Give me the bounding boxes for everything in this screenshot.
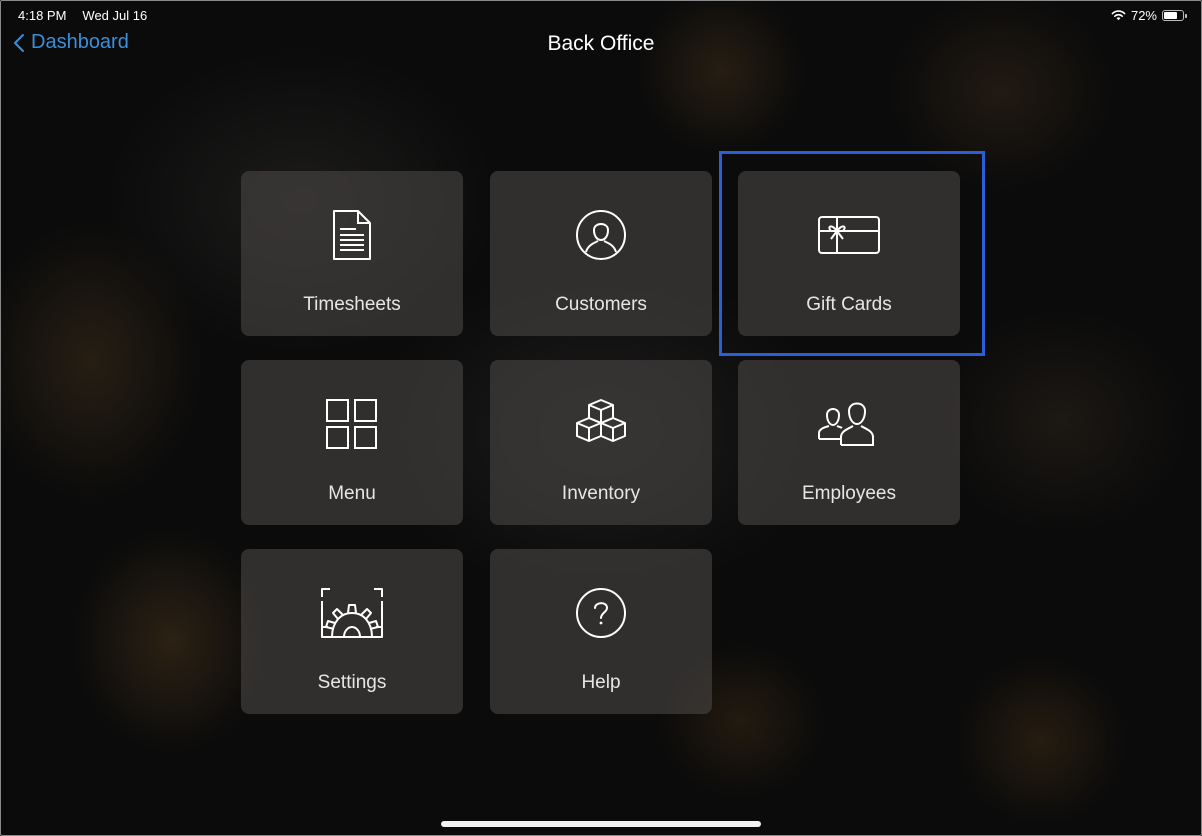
tile-label: Customers xyxy=(555,294,647,315)
ipad-screen: 4:18 PM Wed Jul 16 72% Dashboard Back Of… xyxy=(0,0,1202,836)
tile-label: Timesheets xyxy=(303,294,401,315)
battery-fill xyxy=(1164,11,1177,19)
tile-help[interactable]: Help xyxy=(490,549,712,714)
tile-timesheets[interactable]: Timesheets xyxy=(241,171,463,336)
tile-label: Employees xyxy=(802,483,896,504)
tile-gift-cards[interactable]: Gift Cards xyxy=(738,171,960,336)
status-bar: 4:18 PM Wed Jul 16 72% xyxy=(18,6,1187,24)
users-icon xyxy=(818,402,874,446)
status-time: 4:18 PM xyxy=(18,7,67,23)
tile-label: Help xyxy=(581,672,621,693)
tile-inventory[interactable]: Inventory xyxy=(490,360,712,525)
battery-percent: 72% xyxy=(1130,7,1157,23)
tile-settings[interactable]: Settings xyxy=(241,549,463,714)
tile-label: Settings xyxy=(317,672,387,693)
boxes-icon xyxy=(576,399,626,442)
wifi-icon xyxy=(1111,10,1126,21)
home-indicator[interactable] xyxy=(441,821,761,827)
document-icon xyxy=(333,210,371,260)
battery-icon xyxy=(1162,9,1187,21)
tile-employees[interactable]: Employees xyxy=(738,360,960,525)
page-title: Back Office xyxy=(547,32,655,55)
help-icon xyxy=(576,588,626,638)
tile-customers[interactable]: Customers xyxy=(490,171,712,336)
tile-label: Menu xyxy=(328,483,376,504)
user-circle-icon xyxy=(576,210,626,260)
settings-gear-icon xyxy=(321,588,383,638)
tile-menu[interactable]: Menu xyxy=(241,360,463,525)
status-right: 72% xyxy=(1111,7,1187,23)
tile-label: Inventory xyxy=(561,483,641,504)
status-date: Wed Jul 16 xyxy=(82,7,148,23)
gift-card-icon xyxy=(818,216,880,254)
tile-label: Gift Cards xyxy=(806,294,892,315)
grid-icon xyxy=(326,399,377,449)
